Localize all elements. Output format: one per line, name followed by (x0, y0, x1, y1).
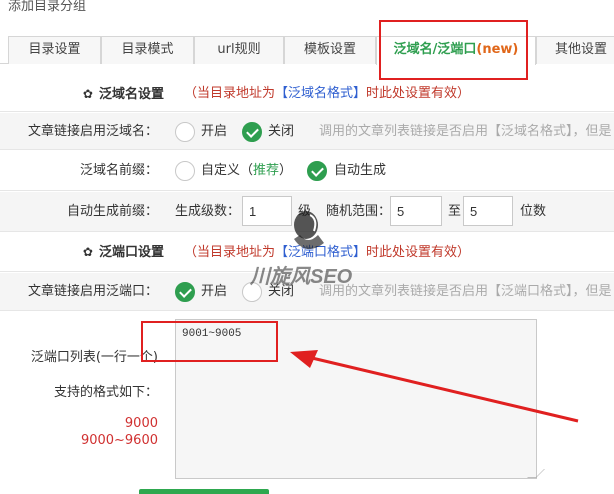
annotation-arrow-line (311, 356, 579, 423)
annotation-arrow-head (290, 350, 318, 368)
annotation-arrow (290, 350, 579, 423)
